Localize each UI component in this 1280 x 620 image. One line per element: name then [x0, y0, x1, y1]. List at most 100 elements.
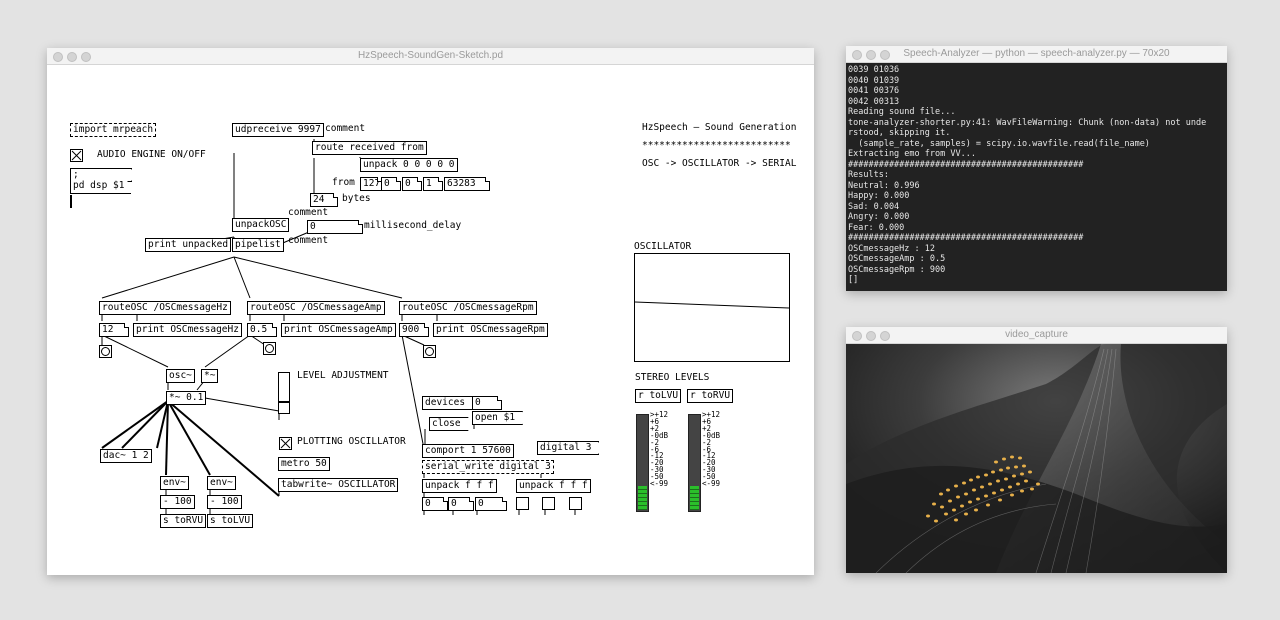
unpack-out-number-2[interactable]: 0: [448, 497, 474, 511]
env-object-1[interactable]: env~: [160, 476, 189, 490]
level-adjustment-label: LEVEL ADJUSTMENT: [297, 370, 389, 381]
ip-octet-3-number[interactable]: 0: [402, 177, 422, 191]
unpack-object[interactable]: unpack 0 0 0 0 0: [360, 158, 458, 172]
delay-number[interactable]: 0: [307, 220, 363, 234]
minimize-dot-icon[interactable]: [866, 50, 876, 60]
dsp-message-line2: pd dsp $1: [73, 180, 125, 191]
video-window-title: video_capture: [1005, 329, 1068, 340]
terminal-line: Neutral: 0.996: [848, 180, 920, 191]
mul-object[interactable]: *~: [201, 369, 219, 383]
comport-object[interactable]: comport 1 57600: [422, 444, 514, 458]
port-number[interactable]: 63283: [444, 177, 490, 191]
route-received-object[interactable]: route received from: [312, 141, 427, 155]
open-message[interactable]: open $1: [472, 411, 523, 425]
terminal-line: OSCmessageAmp : 0.5: [848, 254, 946, 264]
minus-100-object-1[interactable]: - 100: [160, 495, 195, 509]
terminal-line: ########################################…: [848, 159, 1084, 170]
device-number[interactable]: 0: [472, 396, 502, 410]
level-slider[interactable]: [278, 372, 290, 414]
unpack-out-number-3[interactable]: 0: [475, 497, 507, 511]
audio-engine-toggle[interactable]: [70, 149, 83, 162]
dac-object[interactable]: dac~ 1 2: [100, 449, 152, 463]
terminal-line: Happy: 0.000: [848, 191, 910, 201]
env-object-2[interactable]: env~: [207, 476, 236, 490]
terminal-line: 0040 01039: [848, 75, 900, 86]
terminal-line: OSCmessageRpm : 900: [848, 264, 946, 275]
metro-object[interactable]: metro 50: [278, 457, 330, 471]
vu-scale-right: >+12 +6 +2 -0dB -2 -6 -12 -20 -30 -50 <-…: [702, 410, 721, 489]
devices-message[interactable]: devices: [422, 396, 473, 410]
hz-bang[interactable]: [99, 345, 112, 358]
udpreceive-object[interactable]: udpreceive 9997: [232, 123, 324, 137]
header-title: HzSpeech — Sound Generation: [642, 122, 797, 133]
send-tolvu-object[interactable]: s toLVU: [207, 514, 254, 528]
terminal-line: 0039 01036: [848, 65, 900, 75]
terminal-titlebar[interactable]: Speech-Analyzer — python — speech-analyz…: [846, 46, 1227, 63]
close-dot-icon[interactable]: [852, 331, 862, 341]
print-unpacked-object[interactable]: print unpacked: [145, 238, 232, 252]
unpackosc-object[interactable]: unpackOSC: [232, 218, 290, 232]
print-rpm-object[interactable]: print OSCmessageRpm: [433, 323, 548, 337]
rpm-number[interactable]: 900: [399, 323, 429, 337]
unpack-fff-object-1[interactable]: unpack f f f: [422, 479, 497, 493]
serial-out-bang-2[interactable]: [542, 497, 555, 510]
route-rpm-object[interactable]: routeOSC /OSCmessageRpm: [399, 301, 537, 315]
serial-out-bang-3[interactable]: [569, 497, 582, 510]
unpack-fff-object-2[interactable]: unpack f f f: [516, 479, 591, 493]
mul-01-object[interactable]: *~ 0.1: [166, 391, 207, 405]
bytes-number[interactable]: 24: [310, 193, 338, 207]
ip-octet-2-number[interactable]: 0: [381, 177, 401, 191]
zoom-dot-icon[interactable]: [880, 50, 890, 60]
import-object[interactable]: import mrpeach: [70, 123, 157, 137]
terminal-line: 0042 00313: [848, 96, 900, 107]
terminal-line: Fear: 0.000: [848, 222, 905, 233]
close-dot-icon[interactable]: [852, 50, 862, 60]
serial-write-subpatch[interactable]: serial_write digital 3: [422, 460, 554, 474]
amp-number[interactable]: 0.5: [247, 323, 277, 337]
print-amp-object[interactable]: print OSCmessageAmp: [281, 323, 396, 337]
pd-titlebar[interactable]: HzSpeech-SoundGen-Sketch.pd: [47, 48, 814, 65]
rpm-bang[interactable]: [423, 345, 436, 358]
comment-label: comment: [325, 123, 366, 134]
dsp-message[interactable]: ; pd dsp $1: [70, 168, 132, 194]
unpack-out-number-1[interactable]: 0: [422, 497, 448, 511]
close-message[interactable]: close: [429, 417, 468, 431]
minimize-dot-icon[interactable]: [67, 52, 77, 62]
tabwrite-object[interactable]: tabwrite~ OSCILLATOR: [278, 478, 399, 492]
plotting-toggle[interactable]: [279, 437, 292, 450]
vu-meter-left-fill: [638, 486, 647, 510]
terminal-line: (sample_rate, samples) = scipy.io.wavfil…: [848, 138, 1150, 149]
receive-tolvu-object[interactable]: r toLVU: [635, 389, 682, 403]
plotting-oscillator-label: PLOTTING OSCILLATOR: [297, 436, 406, 447]
terminal-line: Sad: 0.004: [848, 201, 900, 212]
amp-bang[interactable]: [263, 342, 276, 355]
hz-number[interactable]: 12: [99, 323, 129, 337]
video-titlebar[interactable]: video_capture: [846, 327, 1227, 344]
terminal-line: OSCmessageHz : 12: [848, 243, 935, 254]
receive-torvu-object[interactable]: r toRVU: [687, 389, 734, 403]
close-dot-icon[interactable]: [53, 52, 63, 62]
zoom-dot-icon[interactable]: [81, 52, 91, 62]
print-hz-object[interactable]: print OSCmessageHz: [133, 323, 242, 337]
digital-message[interactable]: digital 3: [537, 441, 599, 455]
comment-label: comment: [288, 207, 329, 218]
video-capture-window: video_capture: [846, 327, 1227, 573]
vu-meter-right-fill: [690, 486, 699, 510]
send-torvu-object[interactable]: s toRVU: [160, 514, 207, 528]
pd-canvas: import mrpeach AUDIO ENGINE ON/OFF ; pd d…: [47, 65, 814, 575]
minus-100-object-2[interactable]: - 100: [207, 495, 242, 509]
millisecond-delay-label: millisecond_delay: [364, 220, 462, 231]
minimize-dot-icon[interactable]: [866, 331, 876, 341]
terminal-output[interactable]: 0039 01036 0040 01039 0041 00376 0042 00313…: [846, 63, 1227, 291]
zoom-dot-icon[interactable]: [880, 331, 890, 341]
route-hz-object[interactable]: routeOSC /OSCmessageHz: [99, 301, 231, 315]
route-amp-object[interactable]: routeOSC /OSCmessageAmp: [247, 301, 385, 315]
terminal-line: rstood, skipping it.: [848, 128, 951, 138]
terminal-window: Speech-Analyzer — python — speech-analyz…: [846, 46, 1227, 291]
serial-out-bang-1[interactable]: [516, 497, 529, 510]
ip-octet-1-number[interactable]: 127: [360, 177, 382, 191]
oscillator-graph[interactable]: [634, 253, 790, 362]
ip-octet-4-number[interactable]: 1: [423, 177, 443, 191]
pipelist-object[interactable]: pipelist: [232, 238, 284, 252]
osc-object[interactable]: osc~: [166, 369, 195, 383]
